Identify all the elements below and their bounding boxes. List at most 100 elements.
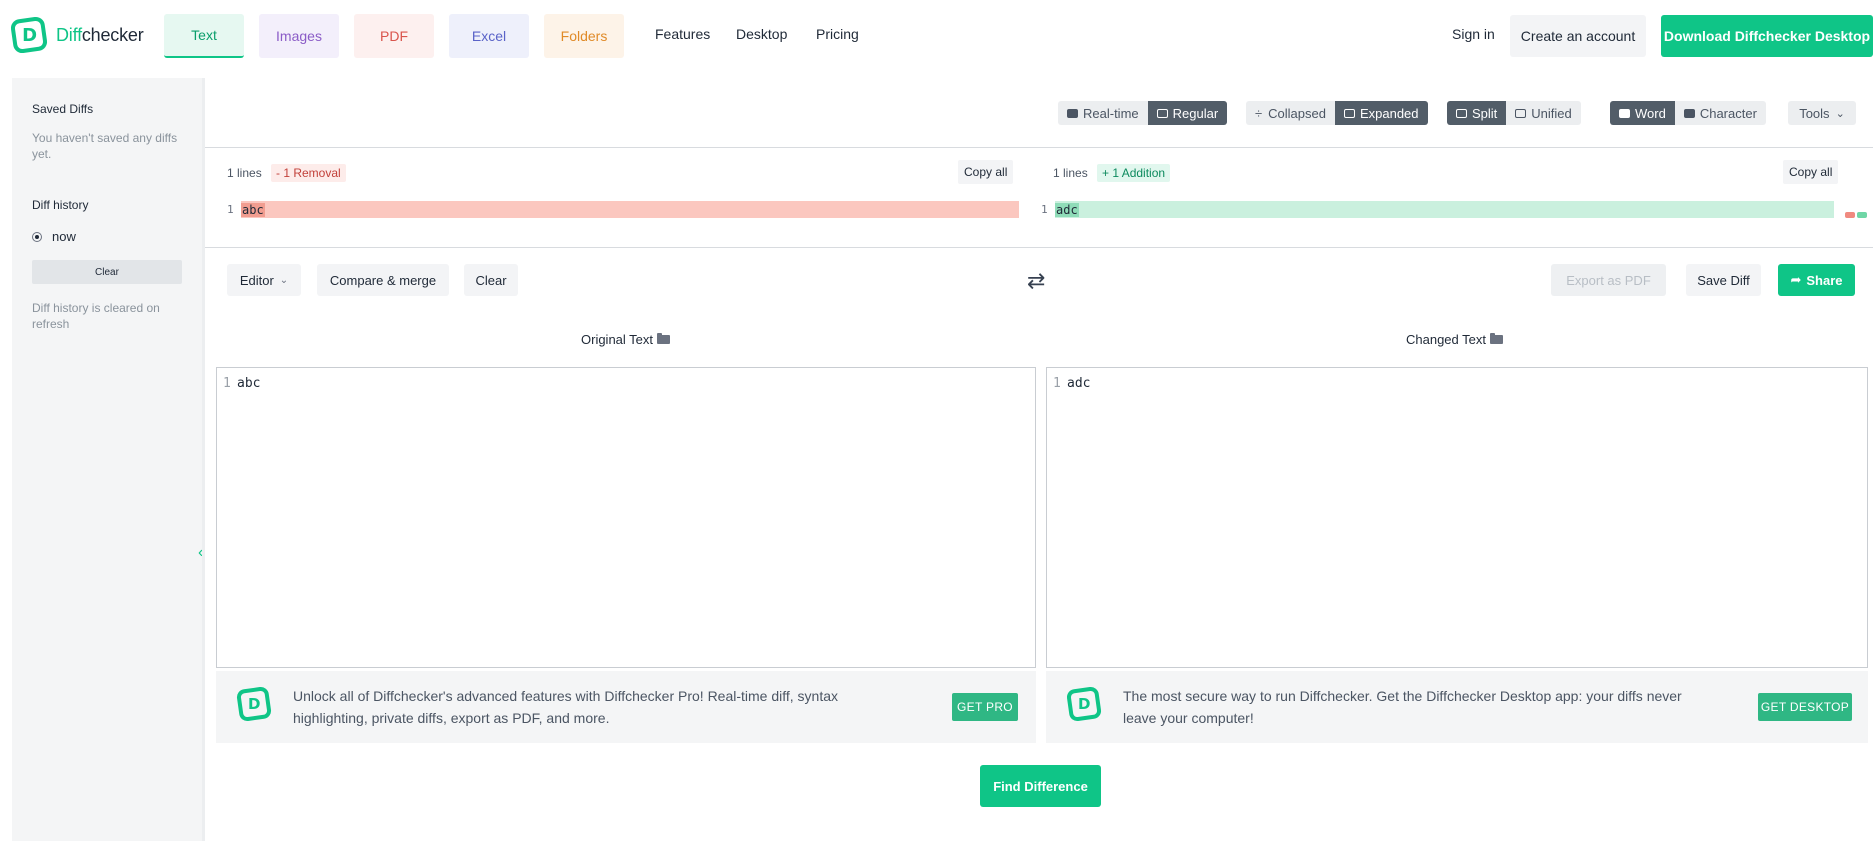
diffchecker-logo-icon: D	[235, 685, 273, 723]
clear-button[interactable]: Clear	[464, 264, 518, 296]
editor-line: 1 adc	[1053, 376, 1090, 391]
removed-text: abc	[241, 202, 265, 217]
minimap-addition-marker	[1857, 212, 1867, 218]
share-button[interactable]: ➦ Share	[1778, 264, 1855, 296]
line-number: 1	[1041, 203, 1048, 216]
logo-wordmark: Diffchecker	[56, 25, 144, 46]
create-account-button[interactable]: Create an account	[1510, 15, 1646, 57]
unified-icon	[1515, 108, 1527, 118]
history-item[interactable]: now	[32, 229, 76, 244]
diff-history-title: Diff history	[32, 198, 89, 212]
logo-letter: D	[1077, 695, 1091, 714]
character-label: Character	[1699, 105, 1757, 121]
chevron-down-icon: ⌄	[279, 274, 289, 286]
tab-folders[interactable]: Folders	[544, 14, 624, 58]
copy-all-left-button[interactable]: Copy all	[958, 160, 1014, 184]
realtime-label: Real-time	[1083, 105, 1139, 121]
unified-label: Unified	[1531, 105, 1572, 121]
unified-option[interactable]: Unified	[1506, 101, 1581, 125]
added-text: adc	[1055, 202, 1079, 217]
expanded-option[interactable]: Expanded	[1334, 101, 1428, 125]
diffchecker-logo-icon: D	[1065, 685, 1103, 723]
get-pro-button[interactable]: GET PRO	[952, 693, 1018, 721]
find-difference-button[interactable]: Find Difference	[980, 765, 1101, 807]
character-icon	[1683, 108, 1695, 118]
view-toggle: ÷ Collapsed Expanded	[1246, 101, 1428, 125]
realtime-icon	[1067, 108, 1078, 118]
share-label: Share	[1806, 272, 1843, 288]
removed-line: abc	[241, 201, 1019, 218]
original-text-editor[interactable]: 1 abc	[216, 367, 1036, 668]
expanded-label: Expanded	[1359, 105, 1419, 121]
collapse-icon: ÷	[1255, 105, 1263, 121]
export-pdf-button[interactable]: Export as PDF	[1551, 264, 1666, 296]
original-text-title: Original Text	[581, 332, 671, 347]
regular-option[interactable]: Regular	[1147, 101, 1228, 125]
realtime-option[interactable]: Real-time	[1058, 101, 1148, 125]
desktop-promo-banner: D The most secure way to run Diffchecker…	[1046, 671, 1868, 743]
tab-images[interactable]: Images	[259, 14, 339, 58]
editor-dropdown[interactable]: Editor ⌄	[227, 264, 301, 296]
swap-icon[interactable]: ⇄	[1027, 268, 1045, 294]
nav-desktop-link[interactable]: Desktop	[736, 26, 787, 42]
split-label: Split	[1472, 105, 1498, 121]
editor-line: 1 abc	[223, 376, 260, 391]
tab-pdf[interactable]: PDF	[354, 14, 434, 58]
diff-result: 1 lines - 1 Removal Copy all 1 abc 1 lin…	[205, 148, 1873, 248]
tools-dropdown[interactable]: Tools ⌄	[1788, 101, 1856, 125]
addition-badge: + 1 Addition	[1097, 164, 1171, 182]
split-icon	[1456, 108, 1467, 118]
save-diff-button[interactable]: Save Diff	[1686, 264, 1761, 296]
editor-actions: Editor ⌄ Compare & merge Clear ⇄ Export a…	[205, 248, 1873, 323]
download-desktop-button[interactable]: Download Diffchecker Desktop	[1661, 15, 1873, 57]
changed-text-title: Changed Text	[1406, 332, 1503, 347]
clear-history-button[interactable]: Clear	[32, 260, 182, 284]
changed-text-editor[interactable]: 1 adc	[1046, 367, 1868, 668]
line-number: 1	[1053, 376, 1061, 391]
split-option[interactable]: Split	[1447, 101, 1507, 125]
line-number: 1	[223, 376, 231, 391]
mode-toggle: Real-time Regular	[1058, 101, 1228, 125]
editor-label: Editor	[239, 272, 274, 288]
sign-in-link[interactable]: Sign in	[1452, 26, 1495, 42]
pro-promo-banner: D Unlock all of Diffchecker's advanced f…	[216, 671, 1036, 743]
character-option[interactable]: Character	[1674, 101, 1766, 125]
left-line-count: 1 lines	[227, 166, 262, 180]
collapsed-option[interactable]: ÷ Collapsed	[1246, 101, 1335, 125]
line-text[interactable]: adc	[1067, 376, 1090, 391]
collapsed-label: Collapsed	[1268, 105, 1326, 121]
main-content: Real-time Regular ÷ Collapsed Expanded Sp…	[205, 78, 1873, 841]
logo-wordmark-accent: Diff	[56, 24, 82, 45]
nav-pricing-link[interactable]: Pricing	[816, 26, 859, 42]
tab-excel[interactable]: Excel	[449, 14, 529, 58]
expand-icon	[1343, 108, 1355, 118]
desktop-promo-text: The most secure way to run Diffchecker. …	[1123, 688, 1682, 726]
sidebar: Saved Diffs You haven't saved any diffs …	[12, 78, 203, 841]
history-note: Diff history is cleared on refresh	[32, 301, 160, 331]
line-number: 1	[227, 203, 234, 216]
regular-icon	[1156, 108, 1168, 118]
nav-features-link[interactable]: Features	[655, 26, 710, 42]
left-diff-line: 1 abc	[227, 201, 1019, 218]
copy-all-right-button[interactable]: Copy all	[1783, 160, 1839, 184]
get-desktop-button[interactable]: GET DESKTOP	[1758, 693, 1852, 721]
folder-icon[interactable]	[657, 333, 671, 344]
right-diff-line: 1 adc	[1041, 201, 1834, 218]
logo-letter: D	[247, 695, 261, 714]
saved-diffs-empty-text: You haven't saved any diffs yet.	[32, 131, 178, 161]
right-line-count: 1 lines	[1053, 166, 1088, 180]
diffchecker-logo[interactable]: D Diffchecker	[9, 15, 144, 55]
tab-text[interactable]: Text	[164, 14, 244, 58]
folder-icon[interactable]	[1490, 333, 1503, 344]
top-header: D Diffchecker Text Images PDF Excel Fold…	[0, 0, 1873, 72]
chevron-down-icon: ⌄	[1835, 107, 1845, 120]
compare-merge-button[interactable]: Compare & merge	[317, 264, 449, 296]
logo-wordmark-rest: checker	[81, 24, 144, 45]
added-line: adc	[1055, 201, 1834, 218]
line-text[interactable]: abc	[237, 376, 260, 391]
word-option[interactable]: Word	[1610, 101, 1675, 125]
radio-icon[interactable]	[32, 231, 42, 242]
original-title-label: Original Text	[581, 332, 654, 347]
tools-label: Tools	[1799, 105, 1830, 121]
pro-promo-text: Unlock all of Diffchecker's advanced fea…	[293, 688, 839, 726]
